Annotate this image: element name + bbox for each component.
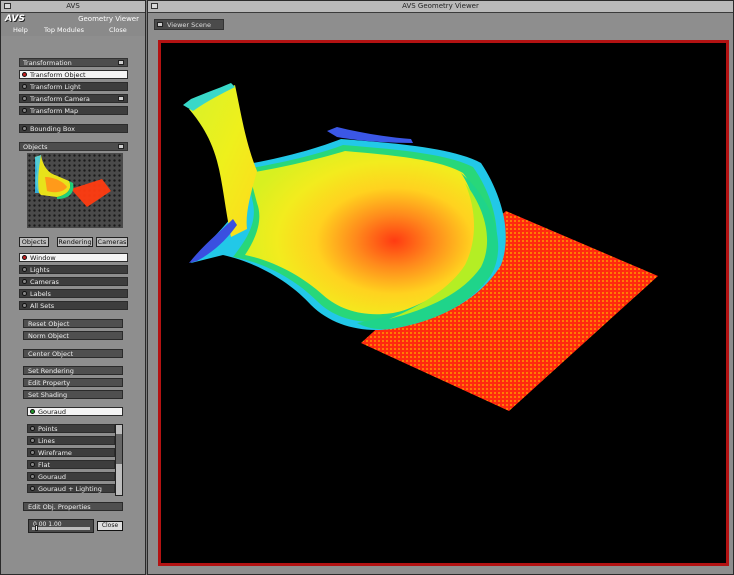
radio-icon xyxy=(30,426,35,431)
render-mode-selector[interactable]: Gouraud xyxy=(27,407,123,416)
option-label: Cameras xyxy=(30,278,59,286)
value-slider[interactable]: 0.00 1.00 xyxy=(28,519,94,533)
collapse-icon[interactable] xyxy=(118,60,124,65)
object-labels-option[interactable]: Labels xyxy=(19,289,128,298)
option-label: Lights xyxy=(30,266,50,274)
radio-icon xyxy=(22,303,27,308)
close-box-icon[interactable] xyxy=(4,3,11,9)
object-allsets-option[interactable]: All Sets xyxy=(19,301,128,310)
tab-cameras[interactable]: Cameras xyxy=(96,237,128,247)
render-option-gouraud[interactable]: Gouraud xyxy=(27,472,115,481)
control-panel-window: AVS AVS Geometry Viewer Help Top Modules… xyxy=(0,0,146,575)
menu-top-modules[interactable]: Top Modules xyxy=(44,26,84,34)
brand-row: AVS Geometry Viewer xyxy=(1,13,145,26)
checkbox-icon xyxy=(22,126,27,131)
menu-bar: Help Top Modules Close xyxy=(1,26,145,36)
avs-logo: AVS xyxy=(5,14,25,24)
option-label: Transform Camera xyxy=(30,95,90,103)
option-label: Labels xyxy=(30,290,51,298)
control-panel-title: AVS xyxy=(66,2,80,10)
menu-help[interactable]: Help xyxy=(13,26,28,34)
objects-header-label: Objects xyxy=(23,143,48,151)
collapse-icon[interactable] xyxy=(118,144,124,149)
control-panel-titlebar[interactable]: AVS xyxy=(1,1,145,13)
option-label: Transform Map xyxy=(30,107,79,115)
render-mode-label: Gouraud xyxy=(38,408,67,416)
scene-menu-icon[interactable] xyxy=(157,22,163,27)
set-shading-button[interactable]: Set Shading xyxy=(23,390,123,399)
tab-rendering[interactable]: Rendering xyxy=(57,237,93,247)
option-label: Gouraud xyxy=(38,473,67,481)
edit-property-button[interactable]: Edit Property xyxy=(23,378,123,387)
radio-icon xyxy=(30,438,35,443)
module-name: Geometry Viewer xyxy=(78,15,139,23)
objects-header[interactable]: Objects xyxy=(19,142,128,151)
transform-camera-option[interactable]: Transform Camera xyxy=(19,94,128,103)
option-label: Lines xyxy=(38,437,55,445)
radio-icon xyxy=(30,486,35,491)
radio-icon xyxy=(22,279,27,284)
radio-icon xyxy=(22,72,27,77)
close-panel-button[interactable]: Close xyxy=(97,521,123,531)
rendered-scene xyxy=(183,83,658,411)
menu-icon[interactable] xyxy=(118,96,124,101)
radio-icon xyxy=(30,462,35,467)
slider-track[interactable] xyxy=(32,527,90,530)
transformation-header[interactable]: Transformation xyxy=(19,58,128,67)
spout-neck xyxy=(189,85,257,237)
transformation-header-label: Transformation xyxy=(23,59,72,67)
option-label: Window xyxy=(30,254,56,262)
radio-icon xyxy=(30,450,35,455)
scene-label: Viewer Scene xyxy=(167,21,211,29)
transform-light-option[interactable]: Transform Light xyxy=(19,82,128,91)
thumbnail-preview-image xyxy=(35,155,111,207)
object-thumbnail[interactable] xyxy=(27,153,123,228)
option-label: Wireframe xyxy=(38,449,72,457)
close-box-icon[interactable] xyxy=(151,3,158,9)
option-label: Flat xyxy=(38,461,51,469)
radio-icon xyxy=(22,267,27,272)
object-window-option[interactable]: Window xyxy=(19,253,128,262)
edit-properties-button[interactable]: Edit Obj. Properties xyxy=(23,502,123,511)
radio-icon xyxy=(22,96,27,101)
render-option-gouraud-lighting[interactable]: Gouraud + Lighting xyxy=(27,484,115,493)
viewer-title: AVS Geometry Viewer xyxy=(402,2,479,10)
option-label: Transform Light xyxy=(30,83,81,91)
reset-object-button[interactable]: Reset Object xyxy=(23,319,123,328)
viewer-scene-bar[interactable]: Viewer Scene xyxy=(154,19,224,30)
radio-icon xyxy=(22,84,27,89)
objects-tabs: Objects Rendering Cameras xyxy=(19,237,128,247)
transform-map-option[interactable]: Transform Map xyxy=(19,106,128,115)
radio-icon xyxy=(22,255,27,260)
render-option-lines[interactable]: Lines xyxy=(27,436,115,445)
render-options-scrollbar[interactable] xyxy=(115,424,123,496)
set-rendering-button[interactable]: Set Rendering xyxy=(23,366,123,375)
option-label: Gouraud + Lighting xyxy=(38,485,102,493)
slider-knob[interactable] xyxy=(35,525,38,531)
render-option-flat[interactable]: Flat xyxy=(27,460,115,469)
menu-close[interactable]: Close xyxy=(109,26,127,34)
radio-icon xyxy=(30,474,35,479)
radio-icon xyxy=(22,108,27,113)
scrollbar-thumb[interactable] xyxy=(116,434,122,464)
tab-objects[interactable]: Objects xyxy=(19,237,49,247)
render-option-points[interactable]: Points xyxy=(27,424,115,433)
radio-icon xyxy=(30,409,35,414)
render-viewport[interactable] xyxy=(158,40,729,566)
option-label: All Sets xyxy=(30,302,55,310)
render-option-wireframe[interactable]: Wireframe xyxy=(27,448,115,457)
option-label: Points xyxy=(38,425,58,433)
transform-object-option[interactable]: Transform Object xyxy=(19,70,128,79)
option-label: Transform Object xyxy=(30,71,86,79)
norm-object-button[interactable]: Norm Object xyxy=(23,331,123,340)
bounding-box-toggle[interactable]: Bounding Box xyxy=(19,124,128,133)
viewer-titlebar[interactable]: AVS Geometry Viewer xyxy=(148,1,733,13)
object-cameras-option[interactable]: Cameras xyxy=(19,277,128,286)
center-object-button[interactable]: Center Object xyxy=(23,349,123,358)
option-label: Bounding Box xyxy=(30,125,76,133)
object-lights-option[interactable]: Lights xyxy=(19,265,128,274)
geometry-viewer-window: AVS Geometry Viewer Viewer Scene xyxy=(147,0,734,575)
radio-icon xyxy=(22,291,27,296)
